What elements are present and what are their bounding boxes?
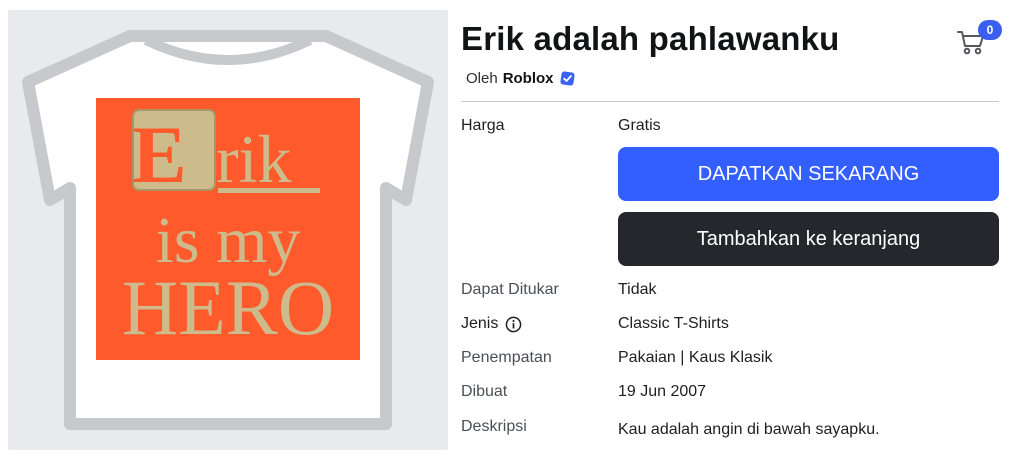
shirt-text-initial: E bbox=[132, 109, 187, 200]
item-title: Erik adalah pahlawanku bbox=[461, 20, 840, 57]
creator-byline: Oleh Roblox bbox=[466, 70, 575, 87]
description-value: Kau adalah angin di bawah sayapku. bbox=[618, 421, 880, 438]
get-now-button[interactable]: DAPATKAN SEKARANG bbox=[618, 147, 999, 201]
type-label: Jenis bbox=[461, 315, 499, 332]
creator-link[interactable]: Roblox bbox=[503, 70, 554, 87]
placement-label: Penempatan bbox=[461, 349, 552, 366]
item-thumbnail: E rik is my HERO bbox=[8, 10, 448, 450]
tshirt-image: E rik is my HERO bbox=[22, 30, 434, 430]
tradable-label: Dapat Ditukar bbox=[461, 281, 559, 298]
header-divider bbox=[461, 101, 999, 102]
add-to-cart-button[interactable]: Tambahkan ke keranjang bbox=[618, 212, 999, 266]
created-label: Dibuat bbox=[461, 383, 508, 400]
info-icon[interactable] bbox=[505, 316, 522, 333]
tradable-value: Tidak bbox=[618, 281, 657, 298]
shirt-text-line3: HERO bbox=[122, 264, 334, 351]
cart-count-badge: 0 bbox=[978, 20, 1002, 40]
type-value: Classic T-Shirts bbox=[618, 315, 729, 332]
shirt-text-underline bbox=[218, 188, 320, 193]
type-label-group: Jenis bbox=[461, 315, 522, 333]
by-prefix: Oleh bbox=[466, 70, 498, 87]
verified-badge-icon bbox=[559, 71, 575, 86]
placement-value: Pakaian | Kaus Klasik bbox=[618, 349, 773, 366]
description-label: Deskripsi bbox=[461, 418, 527, 435]
shirt-text-rest: rik bbox=[216, 121, 292, 197]
created-value: 19 Jun 2007 bbox=[618, 383, 707, 400]
price-label: Harga bbox=[461, 117, 505, 134]
price-value: Gratis bbox=[618, 117, 661, 134]
